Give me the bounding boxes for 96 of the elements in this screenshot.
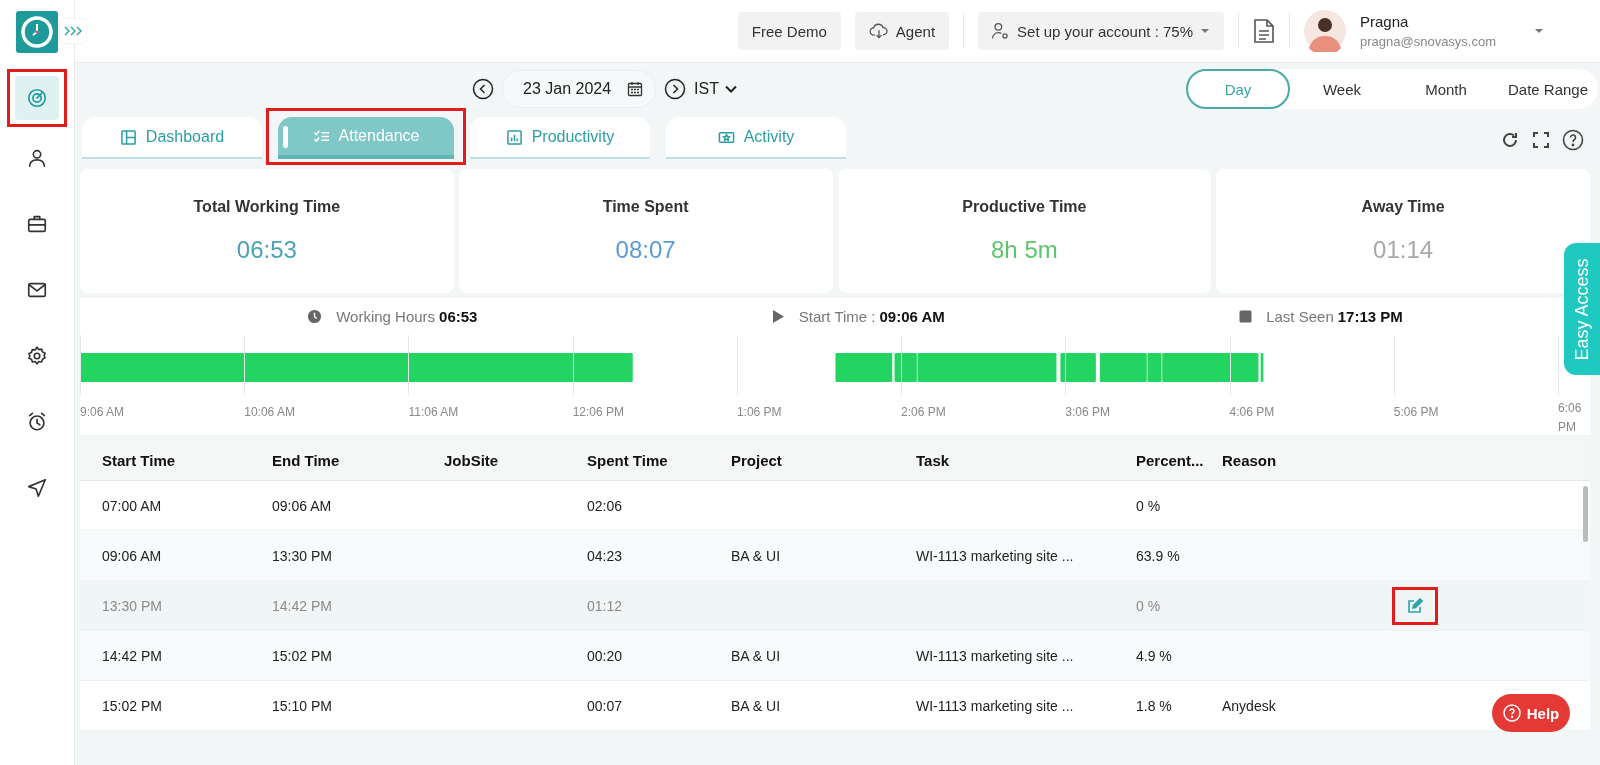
stop-icon <box>1239 310 1253 323</box>
summary-value: 09:06 AM <box>879 308 945 325</box>
scrollbar[interactable] <box>1583 486 1588 542</box>
setup-account-button[interactable]: Set up your account : 75% <box>978 12 1224 50</box>
table-cell: BA & UI <box>731 647 781 664</box>
table-cell: 0 % <box>1136 597 1161 614</box>
range-tab[interactable]: Week <box>1290 69 1394 109</box>
table-cell: BA & UI <box>731 697 781 714</box>
demo-button[interactable]: Free Demo <box>737 12 841 50</box>
stat-label: Productive Time <box>962 198 1087 216</box>
table-cell: 14:42 PM <box>272 597 332 614</box>
caret-icon <box>1200 28 1210 34</box>
table-cell: 00:07 <box>587 697 623 714</box>
table-cell: 09:06 AM <box>102 547 162 564</box>
table-cell: 63.9 % <box>1136 547 1180 564</box>
edit-icon[interactable] <box>1405 595 1425 616</box>
clock-icon <box>307 309 323 324</box>
cloud-download-icon <box>868 22 889 40</box>
table-cell: 07:00 AM <box>102 497 162 514</box>
stat-value: 01:14 <box>1373 236 1434 264</box>
chevron-down-icon <box>724 85 737 93</box>
table-cell: 01:12 <box>587 597 623 614</box>
bar-chart-icon <box>505 128 523 146</box>
summary-label: Start Time : <box>798 308 876 325</box>
column-header[interactable]: Task <box>916 451 1136 469</box>
fullscreen-icon[interactable] <box>1532 131 1550 149</box>
table-cell: 14:42 PM <box>102 647 162 664</box>
range-tab[interactable]: Month <box>1394 69 1498 109</box>
table-cell: 0 % <box>1136 497 1161 514</box>
summary-value: 06:53 <box>439 308 478 325</box>
avatar[interactable] <box>1304 10 1346 52</box>
table-cell: 4.9 % <box>1136 647 1172 664</box>
calendar-icon <box>627 81 644 97</box>
time-tick-label: 2:06 PM <box>901 405 947 419</box>
table-cell: 15:02 PM <box>102 697 162 714</box>
time-tick-label: 9:06 AM <box>80 405 126 419</box>
table-cell: 15:02 PM <box>272 647 332 664</box>
time-tick-label: 12:06 PM <box>572 405 626 419</box>
time-tick-label: 10:06 AM <box>244 405 296 419</box>
stat-value: 08:07 <box>615 236 676 264</box>
play-icon <box>771 309 785 324</box>
table-cell: 02:06 <box>587 497 623 514</box>
time-tick-label: 5:06 PM <box>1393 405 1440 419</box>
expand-icon[interactable] <box>60 19 86 43</box>
time-tick-label: 6:06 PM <box>1558 400 1583 437</box>
range-tab[interactable]: Date Range <box>1498 69 1598 109</box>
table-cell: WI-1113 marketing site ... <box>916 647 1074 664</box>
table-cell: WI-1113 marketing site ... <box>916 697 1074 714</box>
user-gear-icon <box>990 21 1011 41</box>
stat-value: 06:53 <box>236 236 297 264</box>
column-header[interactable]: Project <box>731 451 916 469</box>
column-header[interactable]: Start Time <box>102 451 272 469</box>
column-header[interactable]: Spent Time <box>587 451 731 469</box>
agent-button[interactable]: Agent <box>854 12 950 50</box>
active-indicator <box>283 126 288 148</box>
time-tick-label: 1:06 PM <box>736 405 783 419</box>
document-icon[interactable] <box>1253 18 1275 44</box>
refresh-icon[interactable] <box>1500 130 1520 150</box>
time-tick-label: 11:06 AM <box>408 405 460 419</box>
user-name: Pragna <box>1360 13 1410 30</box>
layout-icon <box>119 128 137 146</box>
question-icon <box>1502 704 1521 722</box>
table-cell: 13:30 PM <box>102 597 162 614</box>
table-cell: 1.8 % <box>1136 697 1172 714</box>
time-tick-label: 3:06 PM <box>1065 405 1112 419</box>
app-logo[interactable] <box>16 11 58 53</box>
time-tick-label: 4:06 PM <box>1229 405 1276 419</box>
table-cell: WI-1113 marketing site ... <box>916 547 1074 564</box>
help-button[interactable]: Help <box>1492 694 1570 732</box>
column-header[interactable]: Reason <box>1222 451 1392 469</box>
summary-label: Working Hours <box>336 308 436 325</box>
column-header[interactable]: End Time <box>272 451 444 469</box>
date-field[interactable]: 23 Jan 2024 <box>502 70 657 108</box>
stat-label: Time Spent <box>602 198 689 216</box>
table-cell: 15:10 PM <box>272 697 332 714</box>
table-cell: 04:23 <box>587 547 623 564</box>
checklist-icon <box>312 127 330 145</box>
timezone-dropdown[interactable]: IST <box>694 80 737 98</box>
stat-label: Total Working Time <box>193 198 341 216</box>
summary-value: 17:13 PM <box>1337 308 1403 325</box>
column-header[interactable]: JobSite <box>444 451 587 469</box>
table-cell: Anydesk <box>1222 697 1276 714</box>
table-cell: 13:30 PM <box>272 547 332 564</box>
summary-label: Last Seen <box>1266 308 1334 325</box>
help-icon[interactable] <box>1562 129 1584 151</box>
stat-label: Away Time <box>1361 198 1445 216</box>
user-email: pragna@snovasys.com <box>1360 34 1498 49</box>
table-cell: BA & UI <box>731 547 781 564</box>
previous-icon[interactable] <box>472 78 494 100</box>
table-cell: 00:20 <box>587 647 623 664</box>
next-icon[interactable] <box>664 78 687 100</box>
table-cell: 09:06 AM <box>272 497 332 514</box>
caret-icon[interactable] <box>1534 28 1544 34</box>
target-icon[interactable] <box>15 76 59 120</box>
stat-value: 8h 5m <box>991 236 1058 264</box>
column-header[interactable]: Percent... <box>1136 451 1222 469</box>
